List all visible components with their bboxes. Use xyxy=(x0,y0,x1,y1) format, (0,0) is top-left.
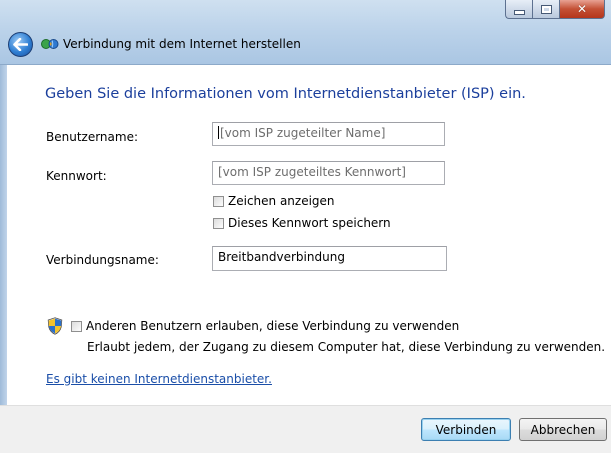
window-title: Verbindung mit dem Internet herstellen xyxy=(63,37,301,51)
username-input[interactable]: [vom ISP zugeteilter Name] xyxy=(212,122,445,146)
window-chrome: ✕ Verbindung mit dem Internet herstellen xyxy=(0,0,611,65)
uac-shield-icon xyxy=(47,317,63,335)
back-button[interactable] xyxy=(8,32,33,57)
window-controls: ✕ xyxy=(505,0,605,20)
back-arrow-icon xyxy=(13,38,28,51)
cancel-button[interactable]: Abbrechen xyxy=(519,418,607,441)
checkbox-box[interactable] xyxy=(213,217,224,229)
save-password-checkbox[interactable]: Dieses Kennwort speichern xyxy=(213,216,391,230)
allow-others-description: Erlaubt jedem, der Zugang zu diesem Comp… xyxy=(87,340,606,354)
no-isp-link[interactable]: Es gibt keinen Internetdienstanbieter. xyxy=(46,372,272,386)
close-button[interactable]: ✕ xyxy=(559,0,605,19)
password-input[interactable]: [vom ISP zugeteiltes Kennwort] xyxy=(212,161,445,185)
maximize-icon xyxy=(540,4,552,14)
checkbox-box[interactable] xyxy=(71,320,82,332)
minimize-button[interactable] xyxy=(505,0,532,19)
minimize-icon xyxy=(513,9,525,15)
connection-name-label: Verbindungsname: xyxy=(46,253,159,267)
password-label: Kennwort: xyxy=(46,169,107,183)
allow-others-label: Anderen Benutzern erlauben, diese Verbin… xyxy=(86,319,460,333)
connect-button[interactable]: Verbinden xyxy=(421,418,511,441)
maximize-button[interactable] xyxy=(532,0,559,19)
show-characters-label: Zeichen anzeigen xyxy=(228,194,335,208)
save-password-label: Dieses Kennwort speichern xyxy=(228,216,391,230)
page-heading: Geben Sie die Informationen vom Internet… xyxy=(45,86,526,102)
show-characters-checkbox[interactable]: Zeichen anzeigen xyxy=(213,194,335,208)
username-label: Benutzername: xyxy=(46,130,139,144)
network-globe-icon xyxy=(41,39,59,49)
allow-others-checkbox[interactable]: Anderen Benutzern erlauben, diese Verbin… xyxy=(71,319,459,333)
checkbox-box[interactable] xyxy=(213,195,224,207)
close-icon: ✕ xyxy=(576,2,588,16)
connection-name-input[interactable]: Breitbandverbindung xyxy=(212,246,447,271)
dialog-content xyxy=(7,65,611,405)
window-frame-left xyxy=(0,65,7,453)
